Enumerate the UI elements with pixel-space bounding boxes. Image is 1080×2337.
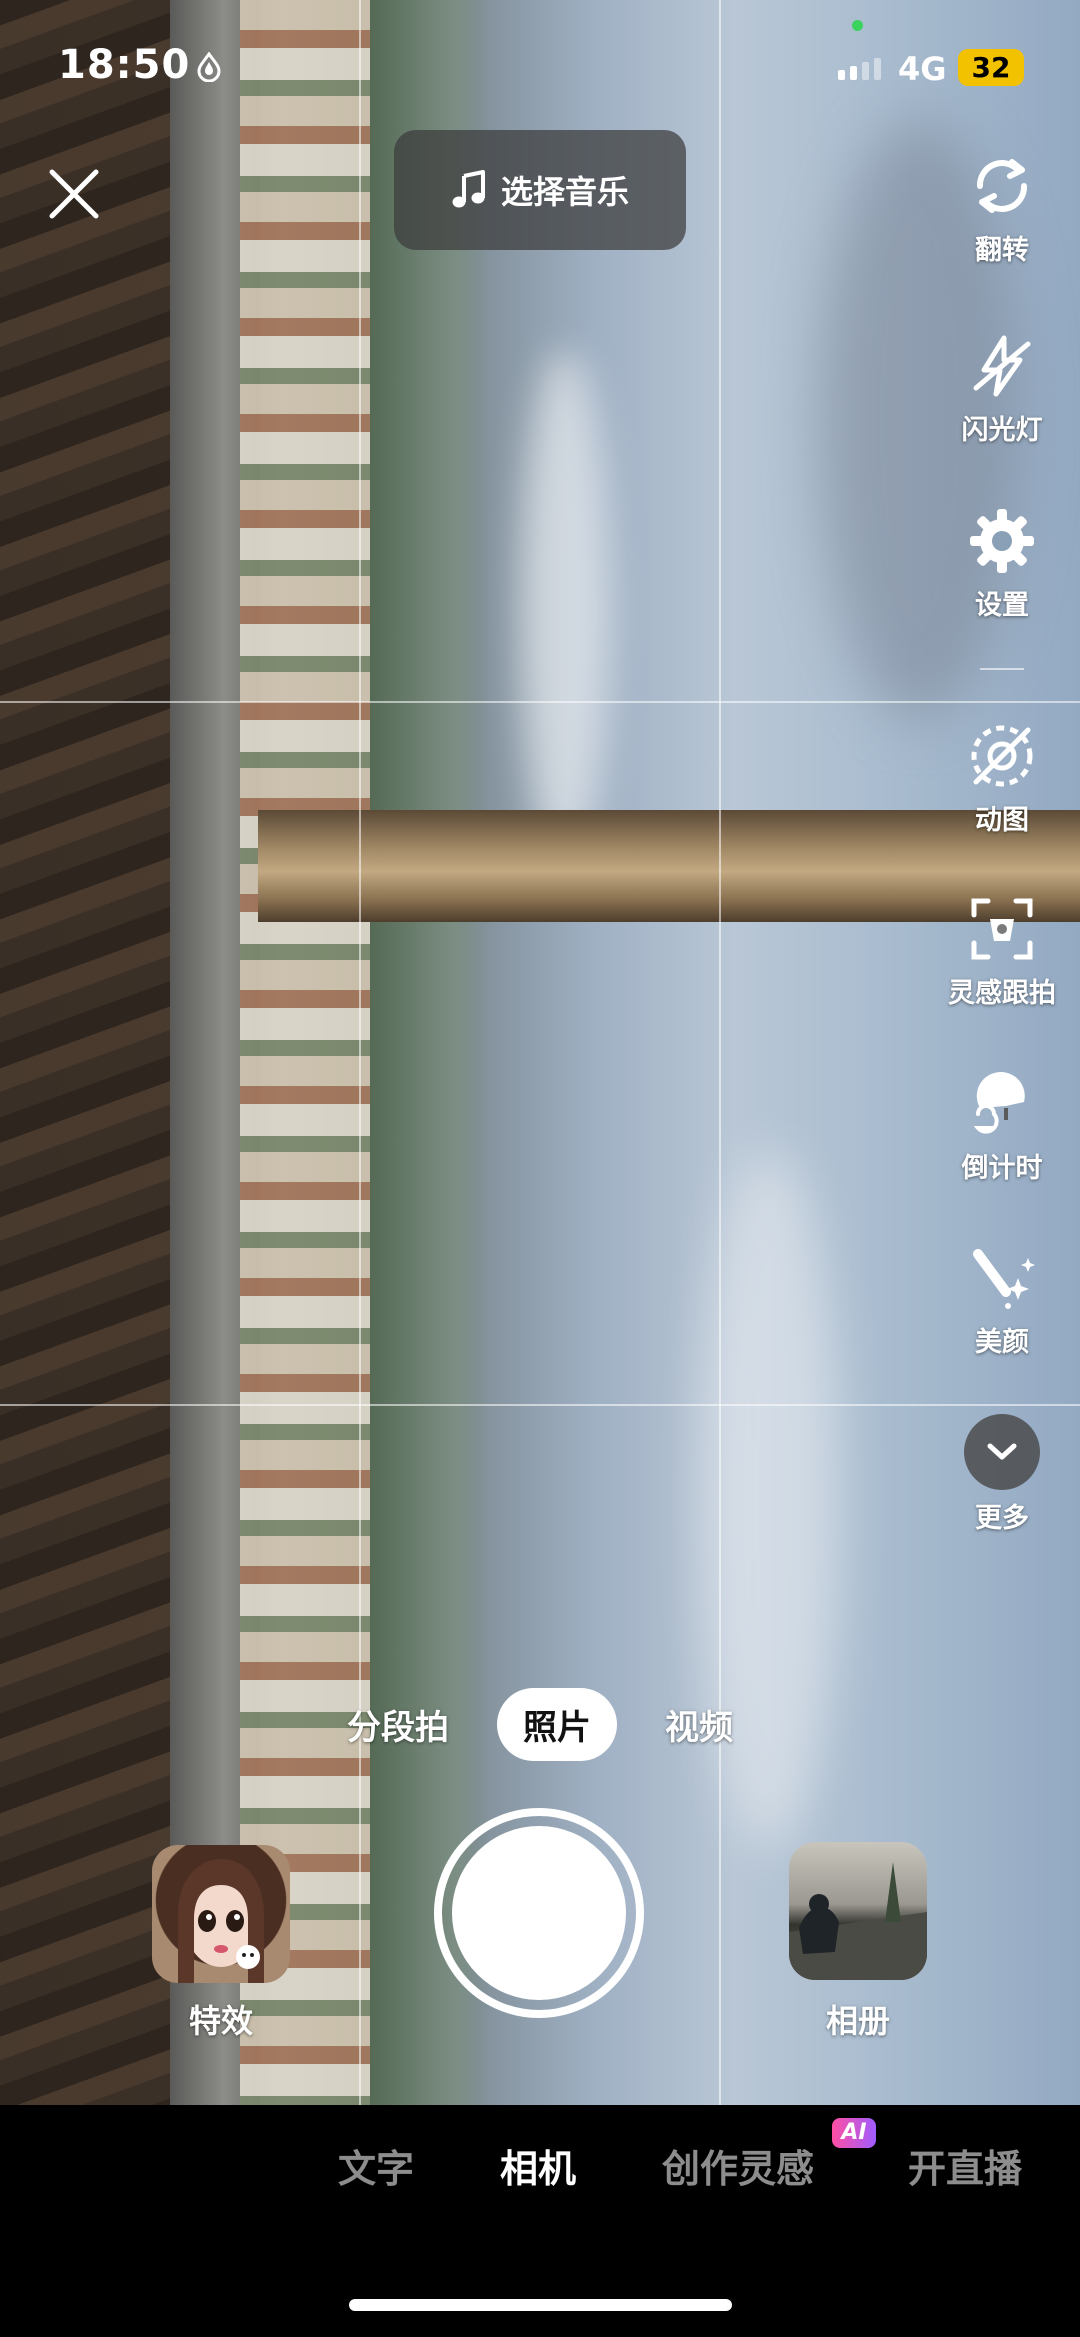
battery-indicator: 32 [958, 49, 1024, 86]
shutter-inner [452, 1826, 626, 2000]
capture-mode-selector: 分段拍 照片 视频 [300, 1688, 780, 1761]
music-note-icon [452, 170, 485, 208]
preview-hills [370, 0, 490, 2105]
countdown-label: 倒计时 [961, 1153, 1043, 1184]
nav-go-live[interactable]: 开直播 [908, 2138, 1022, 2193]
gif-off-icon [971, 725, 1033, 787]
grid-line [0, 701, 1080, 703]
more-button[interactable]: 更多 [940, 1414, 1064, 1535]
nav-camera[interactable]: 相机 [500, 2138, 576, 2193]
album-label: 相册 [825, 2002, 890, 2040]
flash-off-icon [973, 335, 1031, 397]
nav-creative-inspiration[interactable]: 创作灵感 [662, 2138, 814, 2193]
countdown-button[interactable]: 倒计时 [940, 1068, 1064, 1185]
home-indicator[interactable] [349, 2299, 732, 2311]
gif-label: 动图 [975, 805, 1029, 836]
drop-icon [197, 52, 221, 82]
more-circle [964, 1414, 1040, 1490]
select-music-label: 选择音乐 [500, 173, 629, 211]
scan-frame-icon [971, 898, 1033, 960]
flash-label: 闪光灯 [961, 415, 1043, 446]
gear-icon [970, 509, 1034, 573]
grid-line [719, 0, 721, 2105]
mode-photo[interactable]: 照片 [497, 1688, 617, 1761]
timer-icon [973, 1071, 1025, 1134]
album-preview-image [789, 1862, 927, 1980]
network-type: 4G [898, 50, 947, 88]
flip-camera-button[interactable]: 翻转 [940, 150, 1064, 267]
mode-video[interactable]: 视频 [639, 1688, 759, 1761]
settings-button[interactable]: 设置 [940, 505, 1064, 622]
tools-divider [980, 668, 1024, 670]
beauty-label: 美颜 [975, 1327, 1029, 1358]
beauty-wand-icon [973, 1249, 1035, 1309]
album-thumbnail[interactable] [789, 1842, 927, 1980]
flip-label: 翻转 [975, 235, 1029, 266]
grid-line [0, 1404, 1080, 1406]
preview-rock-wall [0, 0, 170, 2105]
gif-button[interactable]: 动图 [940, 720, 1064, 837]
inspiration-follow-button[interactable]: 灵感跟拍 [940, 893, 1064, 1010]
preview-cloud [520, 350, 610, 870]
close-icon[interactable] [44, 164, 104, 224]
privacy-indicator-dot [852, 20, 863, 31]
effects-avatar-icon [178, 1859, 264, 1983]
select-music-button[interactable]: 选择音乐 [394, 130, 686, 250]
status-time: 18:50 [58, 42, 191, 88]
settings-label: 设置 [975, 590, 1029, 621]
ai-badge: AI [832, 2118, 876, 2148]
shutter-button[interactable] [434, 1808, 644, 2018]
nav-text[interactable]: 文字 [338, 2138, 414, 2193]
effects-thumbnail[interactable] [152, 1845, 290, 1983]
signal-icon [838, 58, 881, 80]
inspiration-follow-label: 灵感跟拍 [948, 978, 1056, 1009]
camera-preview[interactable] [0, 0, 1080, 2105]
flip-camera-icon [977, 159, 1027, 213]
preview-town [240, 0, 370, 2105]
effects-label: 特效 [188, 2002, 253, 2040]
more-label: 更多 [975, 1503, 1029, 1534]
mode-segmented[interactable]: 分段拍 [321, 1688, 475, 1761]
beauty-button[interactable]: 美颜 [940, 1242, 1064, 1359]
flash-button[interactable]: 闪光灯 [940, 330, 1064, 447]
grid-line [359, 0, 361, 2105]
chevron-down-icon [987, 1443, 1017, 1460]
